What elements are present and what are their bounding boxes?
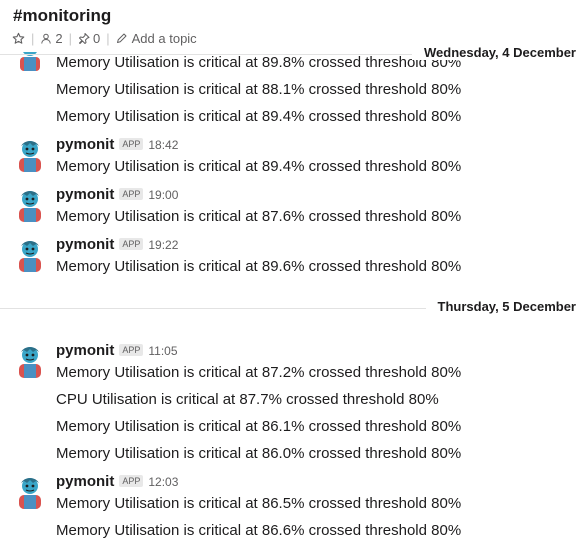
timestamp[interactable]: 19:22 [148,238,178,252]
timestamp[interactable]: 18:42 [148,138,178,152]
sender-name[interactable]: pymonit [56,236,114,253]
message-text: Memory Utilisation is critical at 87.6% … [56,208,462,225]
timestamp[interactable]: 12:03 [148,475,178,489]
message-text: Memory Utilisation is critical at 86.1% … [56,418,462,435]
message-text: Memory Utilisation is critical at 89.4% … [56,158,462,175]
message-header: pymonit APP 19:22 [56,236,178,253]
avatar[interactable] [13,188,47,222]
message-text: Memory Utilisation is critical at 86.6% … [56,522,462,539]
pin-icon [79,32,90,44]
app-badge: APP [119,188,144,200]
message-text: Memory Utilisation is critical at 88.1% … [56,81,462,98]
star-icon [12,32,25,44]
app-badge: APP [119,344,144,356]
avatar[interactable] [13,344,47,378]
message-text: Memory Utilisation is critical at 86.0% … [56,445,462,462]
pencil-icon [116,33,127,43]
avatar[interactable] [13,138,47,172]
sender-name[interactable]: pymonit [56,186,114,203]
timestamp[interactable]: 11:05 [148,344,177,358]
message-text: Memory Utilisation is critical at 86.5% … [56,495,462,512]
date-divider: Thursday, 5 December [0,298,588,318]
app-badge: APP [119,138,144,150]
message-header: pymonit APP 12:03 [56,473,178,490]
star-button[interactable] [12,32,25,45]
channel-title[interactable]: #monitoring [13,6,111,26]
date-divider: Wednesday, 4 December [0,44,588,64]
sender-name[interactable]: pymonit [56,136,114,153]
person-icon [41,33,52,44]
message-text: CPU Utilisation is critical at 87.7% cro… [56,391,439,408]
message-header: pymonit APP 19:00 [56,186,178,203]
message-text: Memory Utilisation is critical at 89.6% … [56,258,462,275]
zombie-avatar [19,347,41,378]
sender-name[interactable]: pymonit [56,473,114,490]
avatar[interactable] [13,238,47,272]
avatar[interactable] [13,475,47,509]
message-header: pymonit APP 11:05 [56,342,178,359]
sender-name[interactable]: pymonit [56,342,114,359]
app-badge: APP [119,475,144,487]
message-text: Memory Utilisation is critical at 87.2% … [56,364,462,381]
message-header: pymonit APP 18:42 [56,136,178,153]
zombie-avatar [19,191,41,222]
date-label: Wednesday, 4 December [412,45,588,60]
zombie-avatar [19,241,41,272]
date-label: Thursday, 5 December [425,299,588,314]
timestamp[interactable]: 19:00 [148,188,178,202]
zombie-avatar [19,478,41,509]
app-badge: APP [119,238,144,250]
message-text: Memory Utilisation is critical at 89.4% … [56,108,462,125]
zombie-avatar [19,141,41,172]
